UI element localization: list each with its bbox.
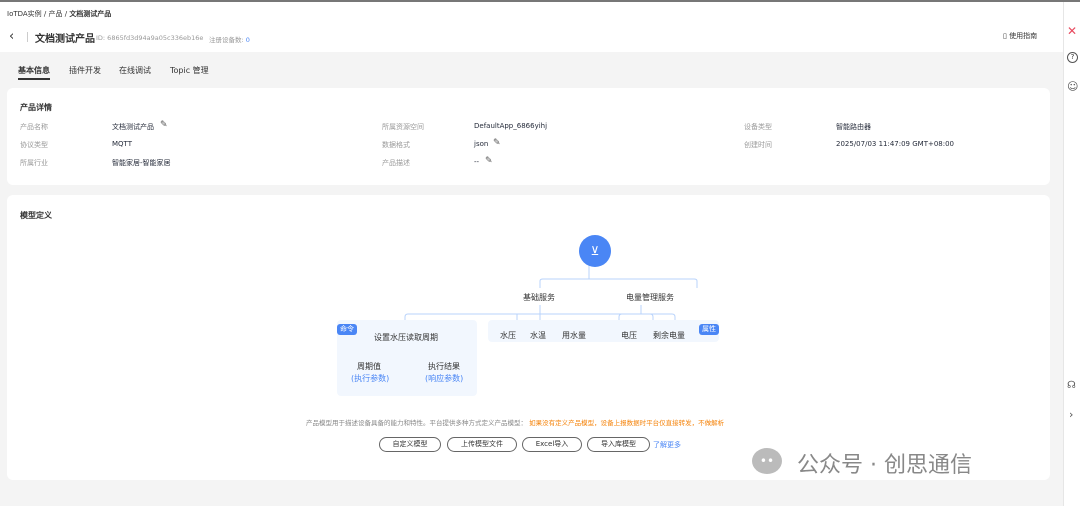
- model-warning: 如果没有定义产品模型，设备上报数据时平台仅直接转发，不做解析: [529, 419, 725, 427]
- tab-plugin-dev[interactable]: 插件开发: [69, 65, 101, 76]
- help-icon[interactable]: ?: [1067, 52, 1078, 63]
- property-item: 电压: [621, 331, 637, 340]
- label-created: 创建时间: [744, 141, 772, 149]
- registered-count[interactable]: 0: [246, 36, 250, 44]
- app-logo-icon[interactable]: ✕: [1067, 24, 1077, 38]
- label-protocol: 协议类型: [20, 141, 48, 149]
- command-tag: 命令: [337, 324, 357, 335]
- page-title: 文档测试产品: [35, 34, 95, 45]
- edit-icon[interactable]: ✎: [160, 120, 168, 130]
- right-toolbar: ✕ ? ☺ ☊ ›: [1063, 2, 1080, 506]
- model-definition-card: 模型定义 ⊻ 基础服务 电量管理服务 命令 设置水压读取周期 周期值 (执行参数…: [7, 195, 1050, 480]
- excel-import-button[interactable]: Excel导入: [522, 437, 582, 452]
- product-details-card: 产品详情 产品名称 文档测试产品 ✎ 所属资源空间 DefaultApp_686…: [7, 88, 1050, 185]
- tab-topic[interactable]: Topic 管理: [170, 65, 209, 76]
- label-product-name: 产品名称: [20, 123, 48, 131]
- tab-online-debug[interactable]: 在线调试: [119, 65, 151, 76]
- model-desc-text: 产品模型用于描述设备具备的能力和特性。平台提供多种方式定义产品模型：: [306, 419, 527, 427]
- param-result-type: (响应参数): [425, 374, 464, 383]
- label-description: 产品描述: [382, 159, 410, 167]
- guide-label: 使用指南: [1009, 32, 1038, 40]
- value-data-format: json: [474, 140, 489, 148]
- property-item: 水压: [500, 331, 516, 340]
- wechat-icon: ••: [752, 448, 782, 474]
- param-result: 执行结果: [428, 362, 460, 371]
- active-tab-indicator: [18, 78, 50, 80]
- breadcrumb-current: 文档测试产品: [69, 10, 112, 18]
- expand-chevron-icon[interactable]: ›: [1069, 408, 1073, 421]
- value-description: --: [474, 158, 480, 166]
- tab-bar: 基本信息 插件开发 在线调试 Topic 管理: [0, 60, 1060, 80]
- back-icon[interactable]: ‹: [9, 29, 14, 44]
- breadcrumb: IoTDA实例 / 产品 / 文档测试产品: [7, 10, 112, 18]
- import-library-button[interactable]: 导入库模型: [587, 437, 650, 452]
- learn-more-link[interactable]: 了解更多: [653, 440, 681, 450]
- property-item: 用水量: [562, 331, 586, 340]
- service-basic: 基础服务: [523, 293, 555, 302]
- property-item: 水温: [530, 331, 546, 340]
- param-period: 周期值: [357, 362, 381, 371]
- value-protocol: MQTT: [112, 140, 132, 148]
- param-period-type: (执行参数): [351, 374, 390, 383]
- edit-icon[interactable]: ✎: [493, 138, 501, 148]
- divider: [27, 32, 28, 42]
- breadcrumb-instance[interactable]: IoTDA实例: [7, 10, 42, 18]
- details-title: 产品详情: [20, 103, 52, 112]
- service-power: 电量管理服务: [626, 293, 674, 302]
- model-description: 产品模型用于描述设备具备的能力和特性。平台提供多种方式定义产品模型： 如果没有定…: [306, 417, 724, 427]
- value-created: 2025/07/03 11:47:09 GMT+08:00: [836, 140, 955, 148]
- guide-link[interactable]: ▯ 使用指南: [1003, 31, 1037, 41]
- label-industry: 所属行业: [20, 159, 48, 167]
- property-item: 剩余电量: [653, 331, 685, 340]
- tab-basic-info[interactable]: 基本信息: [18, 65, 50, 76]
- value-industry: 智能家居-智能家居: [112, 159, 171, 167]
- page-header: [0, 2, 1063, 52]
- registered-devices: 注册设备数: 0: [209, 34, 250, 44]
- feedback-icon[interactable]: ☺: [1067, 80, 1078, 93]
- watermark: 公众号 · 创思通信: [797, 453, 972, 478]
- upload-model-button[interactable]: 上传模型文件: [447, 437, 517, 452]
- property-tag: 属性: [699, 324, 719, 335]
- product-id: ID: 6865fd3d94a9a05c336eb16e: [96, 34, 204, 42]
- label-resource-space: 所属资源空间: [382, 123, 424, 131]
- label-data-format: 数据格式: [382, 141, 410, 149]
- book-icon: ▯: [1003, 32, 1007, 40]
- product-model-icon: ⊻: [579, 235, 611, 267]
- command-name: 设置水压读取周期: [374, 333, 438, 342]
- value-device-type: 智能路由器: [836, 123, 871, 131]
- custom-model-button[interactable]: 自定义模型: [379, 437, 441, 452]
- value-product-name: 文档测试产品: [112, 123, 154, 131]
- headset-icon[interactable]: ☊: [1067, 380, 1076, 391]
- registered-label: 注册设备数:: [209, 36, 244, 44]
- label-device-type: 设备类型: [744, 123, 772, 131]
- value-resource-space: DefaultApp_6866yihj: [474, 122, 548, 130]
- edit-icon[interactable]: ✎: [485, 156, 493, 166]
- breadcrumb-products[interactable]: 产品: [49, 10, 63, 18]
